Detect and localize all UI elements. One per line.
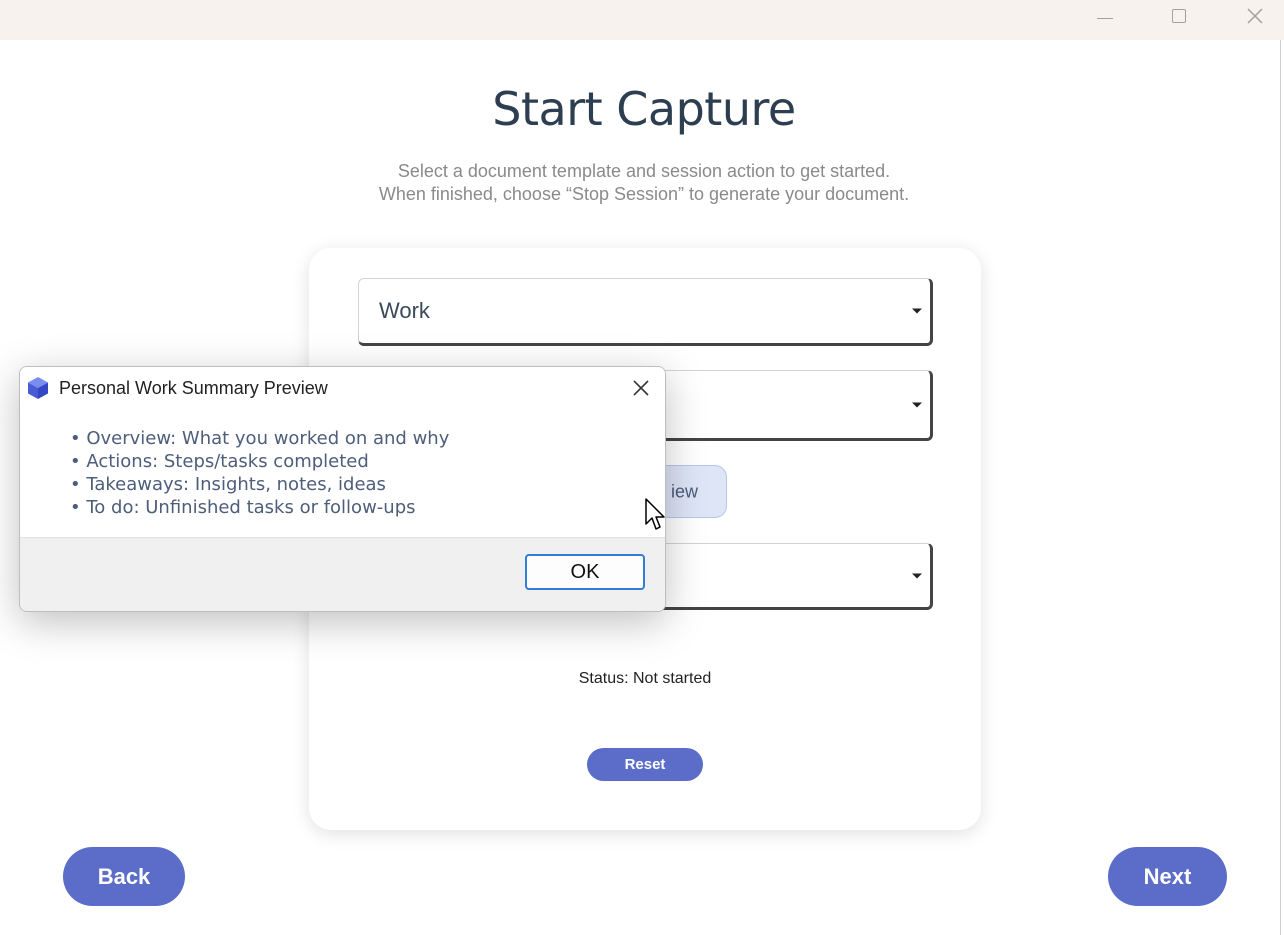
maximize-button[interactable]: [1156, 0, 1202, 32]
next-button[interactable]: Next: [1108, 847, 1227, 906]
reset-button[interactable]: Reset: [587, 748, 703, 781]
window-titlebar: [0, 0, 1284, 40]
subtitle-line-2: When finished, choose “Stop Session” to …: [378, 184, 910, 204]
template-select[interactable]: Work: [358, 278, 933, 346]
cube-app-icon: [28, 377, 48, 399]
status-text: Status: Not started: [578, 670, 712, 687]
back-button[interactable]: Back: [63, 847, 185, 906]
subtitle-line-1: Select a document template and session a…: [397, 161, 891, 181]
list-item: Actions: Steps/tasks completed: [70, 450, 449, 473]
template-select-value: Work: [379, 298, 430, 323]
minimize-icon: [1097, 17, 1113, 19]
page-title: Start Capture: [492, 82, 796, 136]
summary-sections-list: Overview: What you worked on and why Act…: [70, 427, 449, 519]
minimize-button[interactable]: [1082, 0, 1128, 32]
close-window-button[interactable]: [1232, 0, 1278, 32]
dropdown-arrow-icon: [912, 308, 922, 314]
dropdown-arrow-icon: [912, 573, 922, 578]
mouse-cursor-icon: [645, 498, 665, 530]
close-icon: [1247, 8, 1263, 24]
dialog-titlebar: Personal Work Summary Preview: [20, 367, 665, 409]
maximize-icon: [1172, 9, 1186, 23]
list-item: Overview: What you worked on and why: [70, 427, 449, 450]
list-item: To do: Unfinished tasks or follow-ups: [70, 496, 449, 519]
dialog-footer: OK: [20, 537, 665, 611]
list-item: Takeaways: Insights, notes, ideas: [70, 473, 449, 496]
page-subtitle: Select a document template and session a…: [0, 160, 1284, 206]
preview-dialog: Personal Work Summary Preview Overview: …: [19, 366, 666, 612]
preview-button-label: iew: [670, 481, 698, 501]
dropdown-arrow-icon: [912, 402, 922, 407]
close-icon: [633, 380, 649, 396]
dialog-body: Overview: What you worked on and why Act…: [20, 409, 665, 537]
dialog-close-button[interactable]: [624, 371, 658, 405]
dialog-title: Personal Work Summary Preview: [59, 378, 328, 398]
ok-button[interactable]: OK: [525, 554, 645, 590]
